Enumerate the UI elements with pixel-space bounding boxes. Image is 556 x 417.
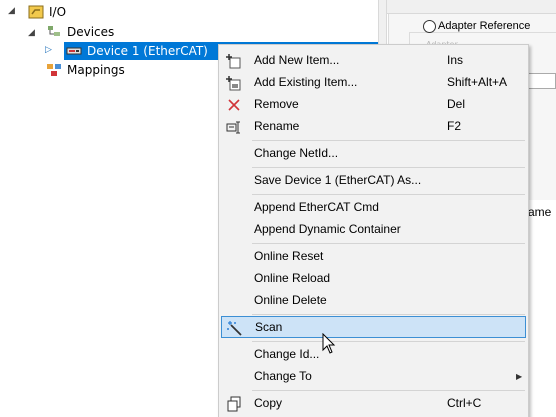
- collapse-devices-icon[interactable]: ◢: [28, 28, 35, 38]
- menu-item-save-as-label: Save Device 1 (EtherCAT) As...: [254, 173, 422, 187]
- devices-icon: [46, 24, 62, 40]
- io-folder-icon: [28, 4, 44, 20]
- rename-icon: [226, 119, 242, 135]
- menu-item-change-netid-label: Change NetId...: [254, 146, 339, 160]
- menu-item-rename-label: Rename: [254, 119, 300, 133]
- menu-separator: [252, 167, 525, 168]
- add-new-item-icon: [226, 53, 242, 69]
- mouse-pointer-icon: [322, 333, 336, 354]
- menu-item-add-new[interactable]: Add New Item... Ins: [221, 50, 526, 72]
- mappings-icon: [46, 62, 62, 78]
- menu-item-scan-label: Scan: [255, 320, 283, 334]
- menu-item-scan[interactable]: Scan: [221, 316, 526, 338]
- menu-separator: [252, 341, 525, 342]
- menu-item-copy-label: Copy: [254, 396, 283, 410]
- ethercat-device-icon: [66, 43, 82, 59]
- list-column-header: ame: [528, 205, 552, 219]
- menu-separator: [252, 314, 525, 315]
- right-pane-list: [527, 200, 556, 417]
- menu-item-rename-shortcut: F2: [447, 119, 462, 133]
- submenu-arrow-icon: ▶: [516, 372, 523, 381]
- menu-item-save-as[interactable]: Save Device 1 (EtherCAT) As...: [221, 170, 526, 192]
- menu-separator: [252, 140, 525, 141]
- collapse-io-icon[interactable]: ◢: [8, 6, 15, 16]
- menu-item-remove[interactable]: Remove Del: [221, 94, 526, 116]
- tree-item-io-label: I/O: [49, 5, 67, 19]
- menu-item-online-reset-label: Online Reset: [254, 249, 324, 263]
- tree-item-io[interactable]: I/O: [28, 3, 69, 21]
- menu-item-change-netid[interactable]: Change NetId...: [221, 143, 526, 165]
- menu-item-add-existing-shortcut: Shift+Alt+A: [447, 75, 508, 89]
- menu-item-copy[interactable]: Copy Ctrl+C: [221, 393, 526, 415]
- menu-item-online-delete[interactable]: Online Delete: [221, 290, 526, 312]
- copy-icon: [226, 396, 242, 412]
- remove-x-icon: [226, 97, 242, 113]
- menu-separator: [252, 194, 525, 195]
- context-menu: Add New Item... Ins Add Existing Item...…: [218, 44, 529, 417]
- menu-item-add-new-label: Add New Item...: [254, 53, 340, 67]
- magic-wand-icon: [227, 320, 243, 336]
- menu-item-add-existing[interactable]: Add Existing Item... Shift+Alt+A: [221, 72, 526, 94]
- tree-item-devices-label: Devices: [67, 25, 115, 39]
- menu-item-copy-shortcut: Ctrl+C: [447, 396, 482, 410]
- add-existing-item-icon: [226, 75, 242, 91]
- menu-item-add-existing-label: Add Existing Item...: [254, 75, 358, 89]
- menu-item-append-container-label: Append Dynamic Container: [254, 222, 401, 236]
- menu-item-append-container[interactable]: Append Dynamic Container: [221, 219, 526, 241]
- tree-item-device1-label: Device 1 (EtherCAT): [87, 44, 208, 58]
- tree-item-mappings-label: Mappings: [67, 63, 125, 77]
- adapter-reference-label: Adapter Reference: [438, 20, 531, 32]
- menu-item-remove-label: Remove: [254, 97, 299, 111]
- menu-item-remove-shortcut: Del: [447, 97, 466, 111]
- tree-item-mappings[interactable]: Mappings: [46, 61, 128, 79]
- menu-separator: [252, 243, 525, 244]
- right-pane-header: [387, 0, 556, 14]
- menu-item-online-delete-label: Online Delete: [254, 293, 327, 307]
- menu-item-append-cmd[interactable]: Append EtherCAT Cmd: [221, 197, 526, 219]
- menu-item-change-to[interactable]: Change To ▶: [221, 366, 526, 388]
- menu-separator: [252, 390, 525, 391]
- menu-item-online-reload-label: Online Reload: [254, 271, 331, 285]
- menu-item-change-id[interactable]: Change Id...: [221, 344, 526, 366]
- expand-device1-icon[interactable]: ▷: [45, 45, 52, 55]
- tree-item-devices[interactable]: Devices: [46, 23, 117, 41]
- menu-item-change-to-label: Change To: [254, 369, 312, 383]
- menu-item-online-reset[interactable]: Online Reset: [221, 246, 526, 268]
- menu-item-online-reload[interactable]: Online Reload: [221, 268, 526, 290]
- adapter-reference-radio[interactable]: [423, 20, 436, 33]
- menu-item-append-cmd-label: Append EtherCAT Cmd: [254, 200, 379, 214]
- menu-item-add-new-shortcut: Ins: [447, 53, 464, 67]
- menu-item-rename[interactable]: Rename F2: [221, 116, 526, 138]
- menu-item-change-id-label: Change Id...: [254, 347, 320, 361]
